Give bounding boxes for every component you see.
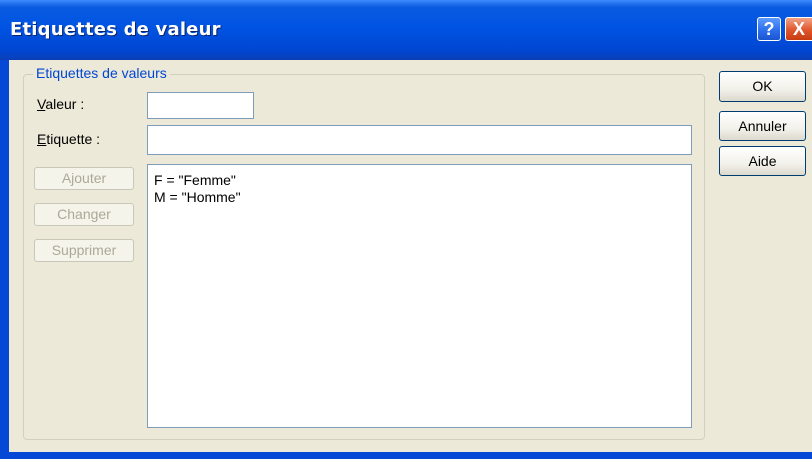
window-frame-bottom [0, 452, 812, 459]
window-frame-left [0, 60, 9, 459]
help-button[interactable]: ? [757, 17, 781, 41]
etiquette-label-rest: tiquette : [46, 131, 101, 147]
annuler-button[interactable]: Annuler [719, 111, 806, 141]
etiquette-label-mnemonic: E [37, 131, 47, 147]
changer-label: Changer [57, 206, 111, 222]
changer-button[interactable]: Changer [34, 203, 134, 226]
list-item[interactable]: F = "Femme" [154, 172, 691, 189]
ajouter-button[interactable]: Ajouter [34, 167, 134, 190]
supprimer-label: Supprimer [51, 242, 117, 258]
aide-button[interactable]: Aide [719, 146, 806, 176]
valeur-input[interactable] [147, 92, 254, 119]
ok-button[interactable]: OK [719, 71, 806, 102]
window-title: Etiquettes de valeur [10, 19, 221, 40]
etiquette-input[interactable] [147, 125, 692, 155]
valeur-label-rest: aleur : [45, 96, 85, 112]
group-legend: Etiquettes de valeurs [33, 65, 170, 81]
list-item[interactable]: M = "Homme" [154, 189, 691, 206]
valeur-label: Valeur : [37, 96, 84, 112]
value-labels-list[interactable]: F = "Femme" M = "Homme" [147, 164, 692, 428]
ajouter-label: Ajouter [61, 170, 107, 186]
etiquette-label: Etiquette : [37, 131, 100, 147]
title-bar[interactable]: Etiquettes de valeur ? X [0, 0, 812, 60]
supprimer-button[interactable]: Supprimer [34, 239, 134, 262]
close-button[interactable]: X [785, 17, 812, 41]
